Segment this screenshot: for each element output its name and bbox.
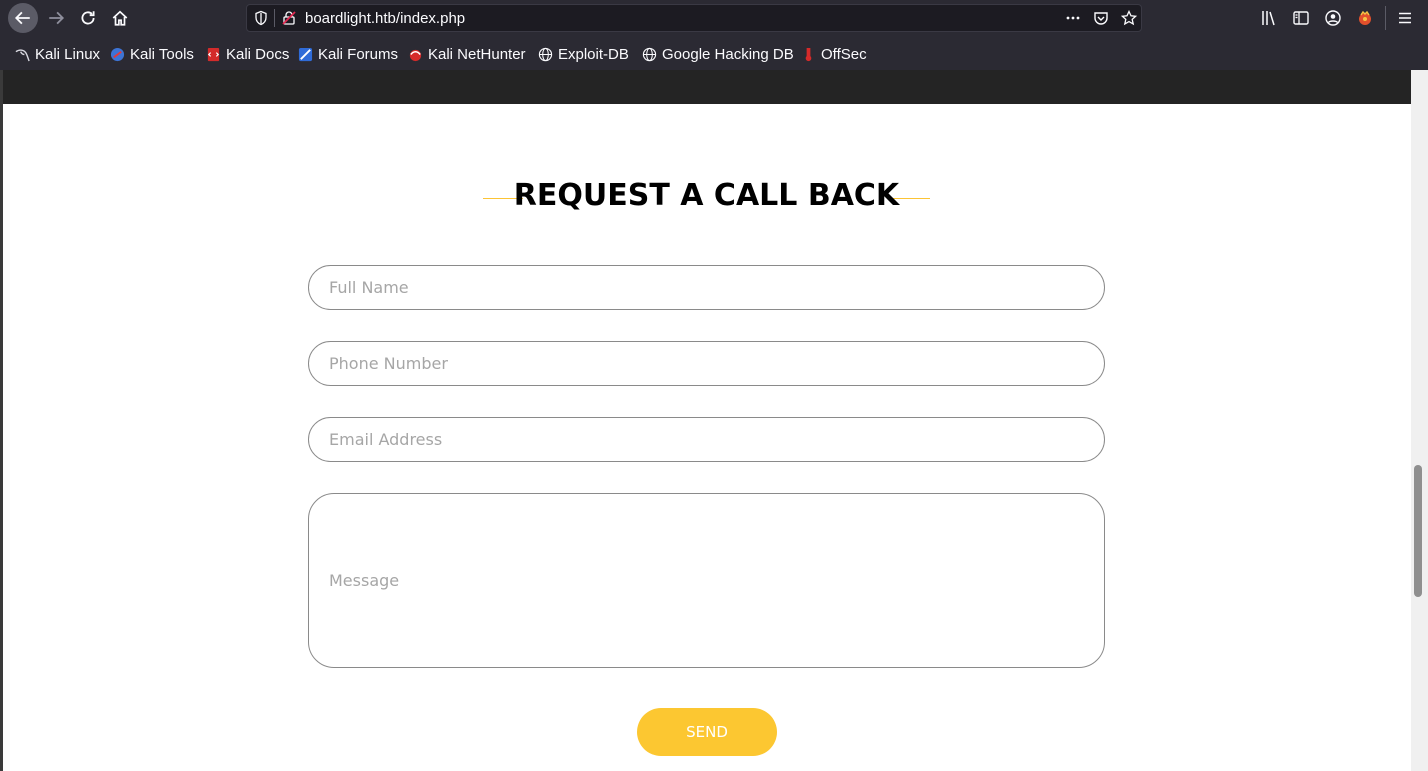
back-button[interactable] [8, 3, 38, 33]
pocket-icon[interactable] [1093, 10, 1109, 26]
page-scrollbar[interactable] [1411, 70, 1428, 771]
sidebar-icon[interactable] [1292, 9, 1310, 27]
page-actions-icon[interactable] [1065, 10, 1081, 26]
page-left-edge [0, 70, 3, 771]
bookmark-star-icon[interactable] [1121, 10, 1137, 26]
offsec-icon [805, 47, 812, 61]
bookmark-label: Kali Tools [130, 45, 194, 63]
hero-section-bottom [0, 70, 1411, 104]
heading-text: REQUEST A CALL BACK [513, 178, 900, 213]
bookmark-label: Kali NetHunter [428, 45, 526, 63]
bookmark-label: Kali Forums [318, 45, 399, 63]
send-button[interactable]: SEND [637, 708, 777, 756]
full-name-input[interactable] [308, 265, 1105, 310]
bookmark-kali-nethunter[interactable]: Kali NetHunter [408, 44, 526, 64]
url-bar[interactable]: boardlight.htb/index.php [246, 4, 1142, 32]
extension-icon[interactable] [1356, 9, 1374, 27]
bookmark-kali-forums[interactable]: Kali Forums [298, 44, 398, 64]
kali-docs-icon [207, 47, 220, 61]
reload-icon [81, 11, 95, 25]
home-button[interactable] [106, 4, 134, 32]
bookmark-label: Exploit-DB [558, 45, 629, 63]
bookmark-label: OffSec [821, 45, 867, 63]
kali-forums-icon [298, 47, 313, 61]
home-icon [112, 10, 128, 26]
bookmark-label: Kali Docs [226, 45, 290, 63]
tracking-shield-icon[interactable] [253, 10, 269, 26]
bookmark-kali-linux[interactable]: Kali Linux [15, 44, 100, 64]
bookmark-exploit-db[interactable]: Exploit-DB [538, 44, 629, 64]
phone-number-input[interactable] [308, 341, 1105, 386]
scrollbar-thumb[interactable] [1414, 465, 1422, 597]
bookmark-label: Kali Linux [35, 45, 101, 63]
kali-tools-icon [110, 47, 125, 61]
forward-arrow-icon [49, 11, 65, 25]
toolbar-divider [1385, 6, 1386, 30]
bookmark-offsec[interactable]: OffSec [801, 44, 867, 64]
library-icon[interactable] [1260, 9, 1278, 27]
url-text[interactable]: boardlight.htb/index.php [305, 10, 465, 27]
browser-toolbar: boardlight.htb/index.php [0, 0, 1428, 36]
forward-button[interactable] [42, 4, 70, 32]
account-icon[interactable] [1324, 9, 1342, 27]
kali-nethunter-icon [409, 49, 422, 61]
kali-dragon-icon [15, 48, 30, 61]
section-heading: REQUEST A CALL BACK [483, 178, 930, 218]
globe-icon [538, 47, 553, 61]
message-textarea[interactable] [308, 493, 1105, 668]
insecure-lock-icon[interactable] [281, 10, 297, 26]
url-separator [274, 9, 275, 27]
bookmark-label: Google Hacking DB [662, 45, 794, 63]
globe-icon [642, 47, 657, 61]
bookmark-kali-docs[interactable]: Kali Docs [206, 44, 289, 64]
reload-button[interactable] [74, 4, 102, 32]
bookmark-kali-tools[interactable]: Kali Tools [110, 44, 194, 64]
bookmark-google-hacking-db[interactable]: Google Hacking DB [642, 44, 794, 64]
back-arrow-icon [14, 11, 30, 25]
email-address-input[interactable] [308, 417, 1105, 462]
hamburger-menu-icon[interactable] [1396, 9, 1414, 27]
